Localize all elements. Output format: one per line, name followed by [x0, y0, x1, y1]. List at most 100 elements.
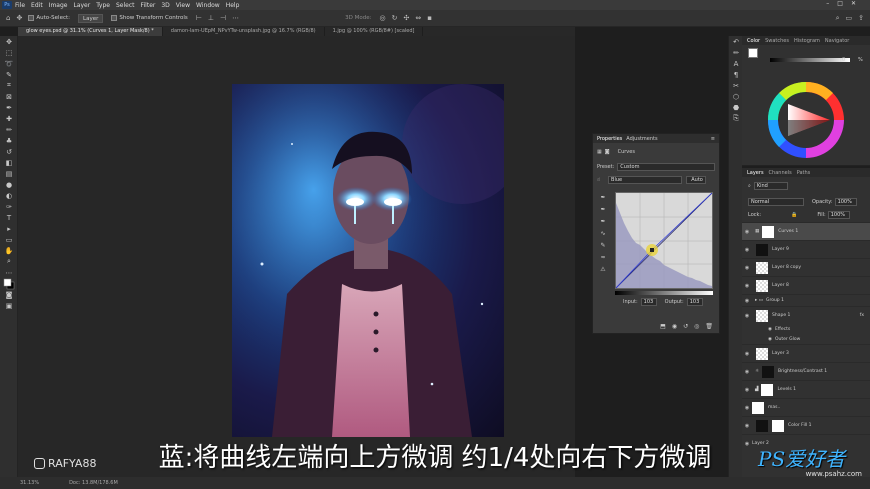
quick-mask-icon[interactable]: ◙ [0, 289, 18, 300]
color-swatches-icon[interactable] [0, 278, 18, 289]
layer-mask-thumbnail[interactable] [762, 225, 775, 238]
move-tool-icon[interactable]: ✥ [0, 36, 18, 47]
auto-select-option[interactable]: Auto-Select: [28, 15, 70, 21]
visibility-eye-icon[interactable]: ◉ [742, 298, 752, 304]
menu-select[interactable]: Select [116, 2, 135, 9]
layer-row[interactable]: ◉ Layer 8 copy [742, 258, 870, 276]
layer-row[interactable]: ◉ Layer 3 [742, 344, 870, 362]
menu-type[interactable]: Type [96, 2, 110, 9]
effects-row[interactable]: ◉ Effects [742, 324, 870, 334]
tab-histogram[interactable]: Histogram [794, 38, 820, 44]
shape-tool-icon[interactable]: ▭ [0, 234, 18, 245]
input-field[interactable]: 103 [640, 298, 657, 306]
layer-mask-thumbnail[interactable] [752, 401, 764, 414]
curves-graph[interactable] [615, 192, 713, 289]
sample-gray-icon[interactable]: ✒ [597, 204, 609, 216]
effect-row[interactable]: ◉ Outer Glow [742, 334, 870, 344]
menu-help[interactable]: Help [226, 2, 240, 9]
tab-damon-lam[interactable]: damon-lam-UEpM_NPvYTw-unsplash.jpg @ 16.… [163, 27, 325, 36]
visibility-eye-icon[interactable]: ◉ [742, 369, 752, 375]
canvas-area[interactable] [18, 36, 575, 477]
delete-icon[interactable]: 🗑 [705, 323, 713, 330]
sample-white-icon[interactable]: ✒ [597, 216, 609, 228]
layer-row[interactable]: ◉ ☼ Brightness/Contrast 1 [742, 362, 870, 380]
brush-tool-icon[interactable]: ✏ [0, 124, 18, 135]
eyedropper-tool-icon[interactable]: ✒ [0, 102, 18, 113]
hand-tool-icon[interactable]: ✋ [0, 245, 18, 256]
layer-thumbnail[interactable] [756, 347, 768, 360]
marquee-tool-icon[interactable]: ⬚ [0, 47, 18, 58]
reset-icon[interactable]: ↺ [683, 323, 688, 330]
align-right-icon[interactable]: ⊣ [220, 14, 226, 22]
menu-file[interactable]: File [15, 2, 25, 9]
tab-swatches[interactable]: Swatches [765, 38, 789, 44]
search-icon[interactable]: ⌕ [836, 14, 840, 23]
visibility-eye-icon[interactable]: ◉ [742, 247, 752, 253]
layer-thumbnail[interactable] [756, 261, 768, 274]
auto-select-target-dropdown[interactable]: Layer [78, 13, 104, 23]
path-select-tool-icon[interactable]: ▸ [0, 223, 18, 234]
eraser-tool-icon[interactable]: ◧ [0, 157, 18, 168]
tab-adjustments[interactable]: Adjustments [626, 136, 657, 142]
distribute-icon[interactable]: ⋯ [232, 14, 239, 22]
layer-row[interactable]: ◉ Layer 8 [742, 276, 870, 294]
frame-tool-icon[interactable]: ⊠ [0, 91, 18, 102]
output-field[interactable]: 103 [686, 298, 703, 306]
3d-orbit-icon[interactable]: ◎ [379, 14, 385, 22]
align-center-icon[interactable]: ⊥ [208, 14, 214, 22]
clipping-warning-icon[interactable]: ⚠ [597, 264, 609, 276]
tab-glow-eyes[interactable]: glow eyes.psd @ 31.1% (Curves 1, Layer M… [18, 27, 163, 36]
transform-checkbox[interactable] [111, 15, 118, 21]
tab-navigator[interactable]: Navigator [825, 38, 849, 44]
visibility-eye-icon[interactable]: ◉ [742, 387, 752, 393]
visibility-eye-icon[interactable]: ◉ [742, 229, 752, 235]
view-previous-icon[interactable]: ◉ [672, 323, 677, 330]
3d-panel-icon[interactable]: ⬡ [729, 91, 743, 102]
menu-image[interactable]: Image [49, 2, 68, 9]
color-wheel[interactable] [764, 78, 848, 162]
effect-eye-icon[interactable]: ◉ [768, 337, 772, 342]
tab-channels[interactable]: Channels [769, 170, 792, 176]
document-image[interactable] [232, 84, 504, 437]
visibility-eye-icon[interactable]: ◉ [742, 313, 752, 319]
paragraph-panel-icon[interactable]: ¶ [729, 69, 743, 80]
visibility-eye-icon[interactable]: ◉ [742, 265, 752, 271]
foreground-color-swatch[interactable] [748, 48, 758, 58]
visibility-icon[interactable]: ◎ [694, 323, 699, 330]
brush-panel-icon[interactable]: ✏ [729, 47, 743, 58]
menu-filter[interactable]: Filter [141, 2, 156, 9]
styles-panel-icon[interactable]: ⬣ [729, 102, 743, 113]
filter-icon[interactable]: ⌕ [748, 183, 751, 189]
3d-roll-icon[interactable]: ↻ [392, 14, 398, 22]
layer-thumbnail[interactable] [756, 419, 768, 432]
layer-row[interactable]: ◉ Layer 9 [742, 240, 870, 258]
window-controls[interactable]: –□✕ [826, 0, 864, 7]
3d-scale-icon[interactable]: ▪ [427, 14, 432, 22]
visibility-eye-icon[interactable]: ◉ [742, 423, 752, 429]
auto-button[interactable]: Auto [686, 176, 707, 184]
menu-window[interactable]: Window [196, 2, 220, 9]
3d-slide-icon[interactable]: ⇔ [415, 14, 421, 22]
tab-paths[interactable]: Paths [797, 170, 811, 176]
fx-badge[interactable]: fx [860, 313, 864, 318]
healing-tool-icon[interactable]: ✚ [0, 113, 18, 124]
pen-tool-icon[interactable]: ✑ [0, 201, 18, 212]
layer-row[interactable]: ◉ ▦ Curves 1 [742, 222, 870, 240]
workspace-icon[interactable]: ▭ [846, 14, 853, 22]
mask-icon[interactable]: ◙ [605, 149, 610, 155]
smooth-icon[interactable]: ≈ [597, 252, 609, 264]
target-adjust-icon[interactable]: ☝ [597, 177, 600, 183]
screen-mode-icon[interactable]: ▣ [0, 300, 18, 311]
tools-panel-icon[interactable]: ✂ [729, 80, 743, 91]
layer-thumbnail[interactable] [756, 309, 768, 322]
stamp-tool-icon[interactable]: ♣ [0, 135, 18, 146]
layer-row[interactable]: ◉ Color Fill 1 [742, 416, 870, 434]
gradient-tool-icon[interactable]: ▤ [0, 168, 18, 179]
menu-layer[interactable]: Layer [73, 2, 90, 9]
dodge-tool-icon[interactable]: ◐ [0, 190, 18, 201]
layer-mask-thumbnail[interactable] [762, 365, 775, 378]
align-left-icon[interactable]: ⊢ [196, 14, 202, 22]
layer-thumbnail[interactable] [756, 243, 768, 256]
panel-menu-icon[interactable]: ≡ [711, 136, 715, 142]
type-tool-icon[interactable]: T [0, 212, 18, 223]
